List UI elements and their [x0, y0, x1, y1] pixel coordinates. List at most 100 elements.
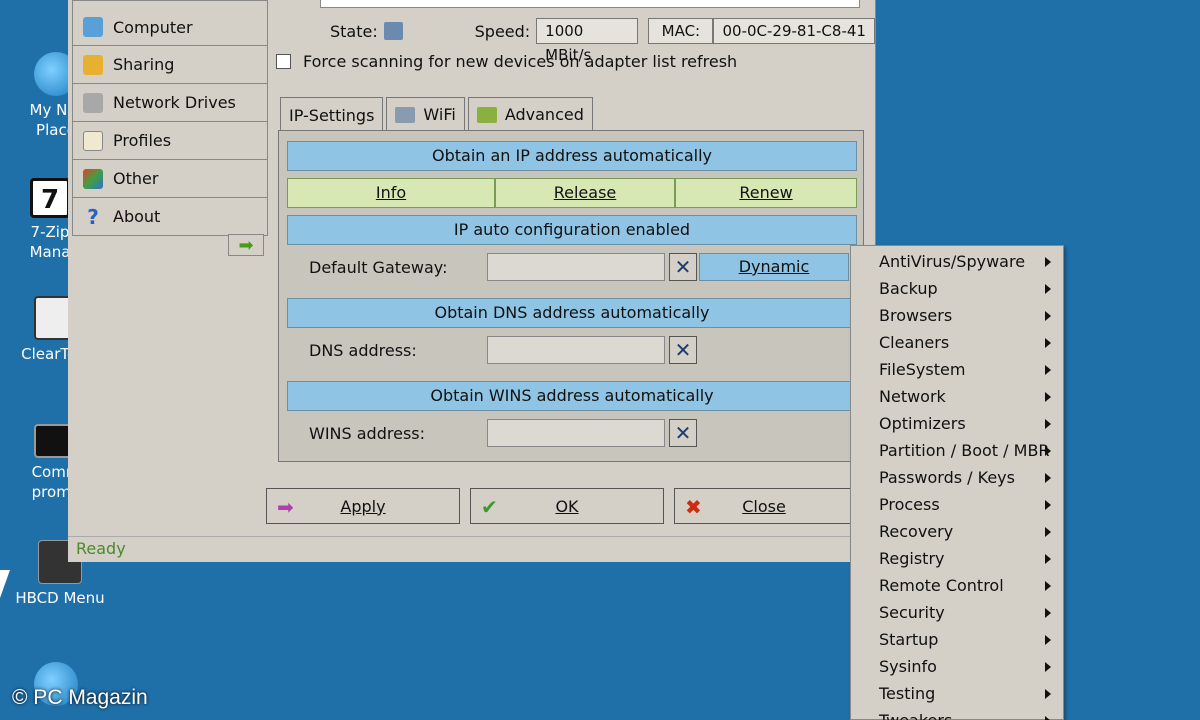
sidebar-item-label: Network Drives — [113, 93, 236, 112]
submenu-arrow-icon — [1045, 608, 1051, 618]
obtain-dns-toggle[interactable]: Obtain DNS address automatically — [287, 298, 857, 328]
submenu-arrow-icon — [1045, 257, 1051, 267]
auto-config-toggle[interactable]: IP auto configuration enabled — [287, 215, 857, 245]
7zip-icon: 7 — [30, 178, 70, 218]
info-button[interactable]: Info — [287, 178, 495, 208]
gateway-label: Default Gateway: — [309, 257, 448, 277]
speed-value: 1000 MBit/s — [536, 18, 639, 64]
submenu-arrow-icon — [1045, 662, 1051, 672]
menu-item-filesystem[interactable]: FileSystem — [851, 356, 1063, 383]
gateway-input[interactable] — [487, 253, 665, 281]
watermark: © PC Magazin — [12, 686, 148, 709]
adapter-select[interactable] — [320, 0, 860, 8]
close-icon: ✖ — [685, 495, 702, 519]
menu-item-label: Security — [879, 603, 945, 622]
menu-item-label: Tweakers — [879, 711, 952, 720]
menu-item-process[interactable]: Process — [851, 491, 1063, 518]
menu-item-passwords[interactable]: Passwords / Keys — [851, 464, 1063, 491]
menu-item-antivirus[interactable]: AntiVirus/Spyware — [851, 248, 1063, 275]
menu-item-label: Registry — [879, 549, 945, 568]
obtain-wins-toggle[interactable]: Obtain WINS address automatically — [287, 381, 857, 411]
ok-button[interactable]: ✔ OK — [470, 488, 664, 524]
menu-item-testing[interactable]: Testing — [851, 680, 1063, 707]
network-config-window: Computer Sharing Network Drives Profiles… — [68, 0, 876, 562]
wins-input[interactable] — [487, 419, 665, 447]
status-bar: Ready — [68, 536, 876, 562]
renew-button[interactable]: Renew — [675, 178, 857, 208]
menu-item-backup[interactable]: Backup — [851, 275, 1063, 302]
apply-button[interactable]: ➡ Apply — [266, 488, 460, 524]
wins-row: WINS address: ✕ — [287, 415, 857, 451]
menu-item-security[interactable]: Security — [851, 599, 1063, 626]
speed-label: Speed: — [474, 21, 531, 41]
sidebar-item-label: Computer — [113, 17, 193, 37]
ip-action-row: Info Release Renew — [287, 178, 857, 208]
wifi-icon — [395, 106, 416, 123]
sidebar-item-network-drives[interactable]: Network Drives — [72, 84, 268, 122]
menu-item-partition[interactable]: Partition / Boot / MBR — [851, 437, 1063, 464]
menu-item-label: Network — [879, 387, 946, 406]
submenu-arrow-icon — [1045, 500, 1051, 510]
menu-item-sysinfo[interactable]: Sysinfo — [851, 653, 1063, 680]
menu-item-label: Backup — [879, 279, 938, 298]
ok-label: OK — [555, 496, 579, 516]
network-state-icon — [383, 22, 403, 40]
menu-item-label: Startup — [879, 630, 939, 649]
dns-label: DNS address: — [309, 340, 417, 360]
desktop-icon-label: HBCD Menu — [15, 589, 105, 607]
menu-item-label: Sysinfo — [879, 657, 937, 676]
arrow-right-icon[interactable]: ➡ — [228, 234, 264, 256]
clear-wins-button[interactable]: ✕ — [669, 419, 697, 447]
close-button[interactable]: ✖ Close — [674, 488, 854, 524]
menu-item-label: Remote Control — [879, 576, 1004, 595]
sidebar-item-other[interactable]: Other — [72, 160, 268, 198]
gateway-row: Default Gateway: ✕ Dynamic — [287, 249, 857, 285]
release-button[interactable]: Release — [495, 178, 675, 208]
sidebar-item-label: Profiles — [113, 131, 172, 150]
context-menu: AntiVirus/Spyware Backup Browsers Cleane… — [850, 245, 1064, 720]
mac-value: 00-0C-29-81-C8-41 — [713, 18, 875, 44]
apply-label: Apply — [340, 496, 386, 516]
adapter-state-row: State: Speed: 1000 MBit/s MAC: 00-0C-29-… — [330, 18, 875, 64]
sidebar-item-sharing[interactable]: Sharing — [72, 46, 268, 84]
submenu-arrow-icon — [1045, 716, 1051, 720]
force-scan-checkbox[interactable] — [276, 54, 291, 69]
menu-item-network[interactable]: Network — [851, 383, 1063, 410]
tab-wifi[interactable]: WiFi — [386, 97, 465, 131]
sidebar-item-about[interactable]: ? About — [72, 198, 268, 236]
menu-item-label: Partition / Boot / MBR — [879, 441, 1050, 460]
info-button-label: Info — [375, 183, 407, 202]
submenu-arrow-icon — [1045, 689, 1051, 699]
menu-item-label: Passwords / Keys — [879, 468, 1015, 487]
sharing-icon — [83, 54, 103, 75]
menu-item-remote-control[interactable]: Remote Control — [851, 572, 1063, 599]
menu-item-browsers[interactable]: Browsers — [851, 302, 1063, 329]
menu-item-label: FileSystem — [879, 360, 966, 379]
menu-item-registry[interactable]: Registry — [851, 545, 1063, 572]
force-scan-row: Force scanning for new devices on adapte… — [276, 52, 737, 71]
menu-item-tweakers[interactable]: Tweakers — [851, 707, 1063, 720]
tab-ip-settings[interactable]: IP-Settings — [280, 97, 384, 133]
state-label: State: — [330, 21, 378, 41]
sidebar-item-computer[interactable]: Computer — [72, 0, 268, 46]
dynamic-button[interactable]: Dynamic — [699, 253, 849, 281]
menu-item-recovery[interactable]: Recovery — [851, 518, 1063, 545]
submenu-arrow-icon — [1045, 284, 1051, 294]
menu-item-cleaners[interactable]: Cleaners — [851, 329, 1063, 356]
tab-advanced[interactable]: Advanced — [467, 97, 593, 131]
submenu-arrow-icon — [1045, 554, 1051, 564]
sidebar-item-label: About — [113, 207, 161, 226]
dns-input[interactable] — [487, 336, 665, 364]
menu-item-optimizers[interactable]: Optimizers — [851, 410, 1063, 437]
clear-dns-button[interactable]: ✕ — [669, 336, 697, 364]
submenu-arrow-icon — [1045, 311, 1051, 321]
submenu-arrow-icon — [1045, 446, 1051, 456]
menu-item-label: AntiVirus/Spyware — [879, 252, 1026, 271]
help-icon: ? — [87, 204, 99, 229]
tab-bar: IP-Settings WiFi Advanced — [280, 97, 596, 133]
menu-item-label: Testing — [879, 684, 936, 703]
obtain-ip-toggle[interactable]: Obtain an IP address automatically — [287, 141, 857, 171]
clear-gateway-button[interactable]: ✕ — [669, 253, 697, 281]
sidebar-item-profiles[interactable]: Profiles — [72, 122, 268, 160]
menu-item-startup[interactable]: Startup — [851, 626, 1063, 653]
